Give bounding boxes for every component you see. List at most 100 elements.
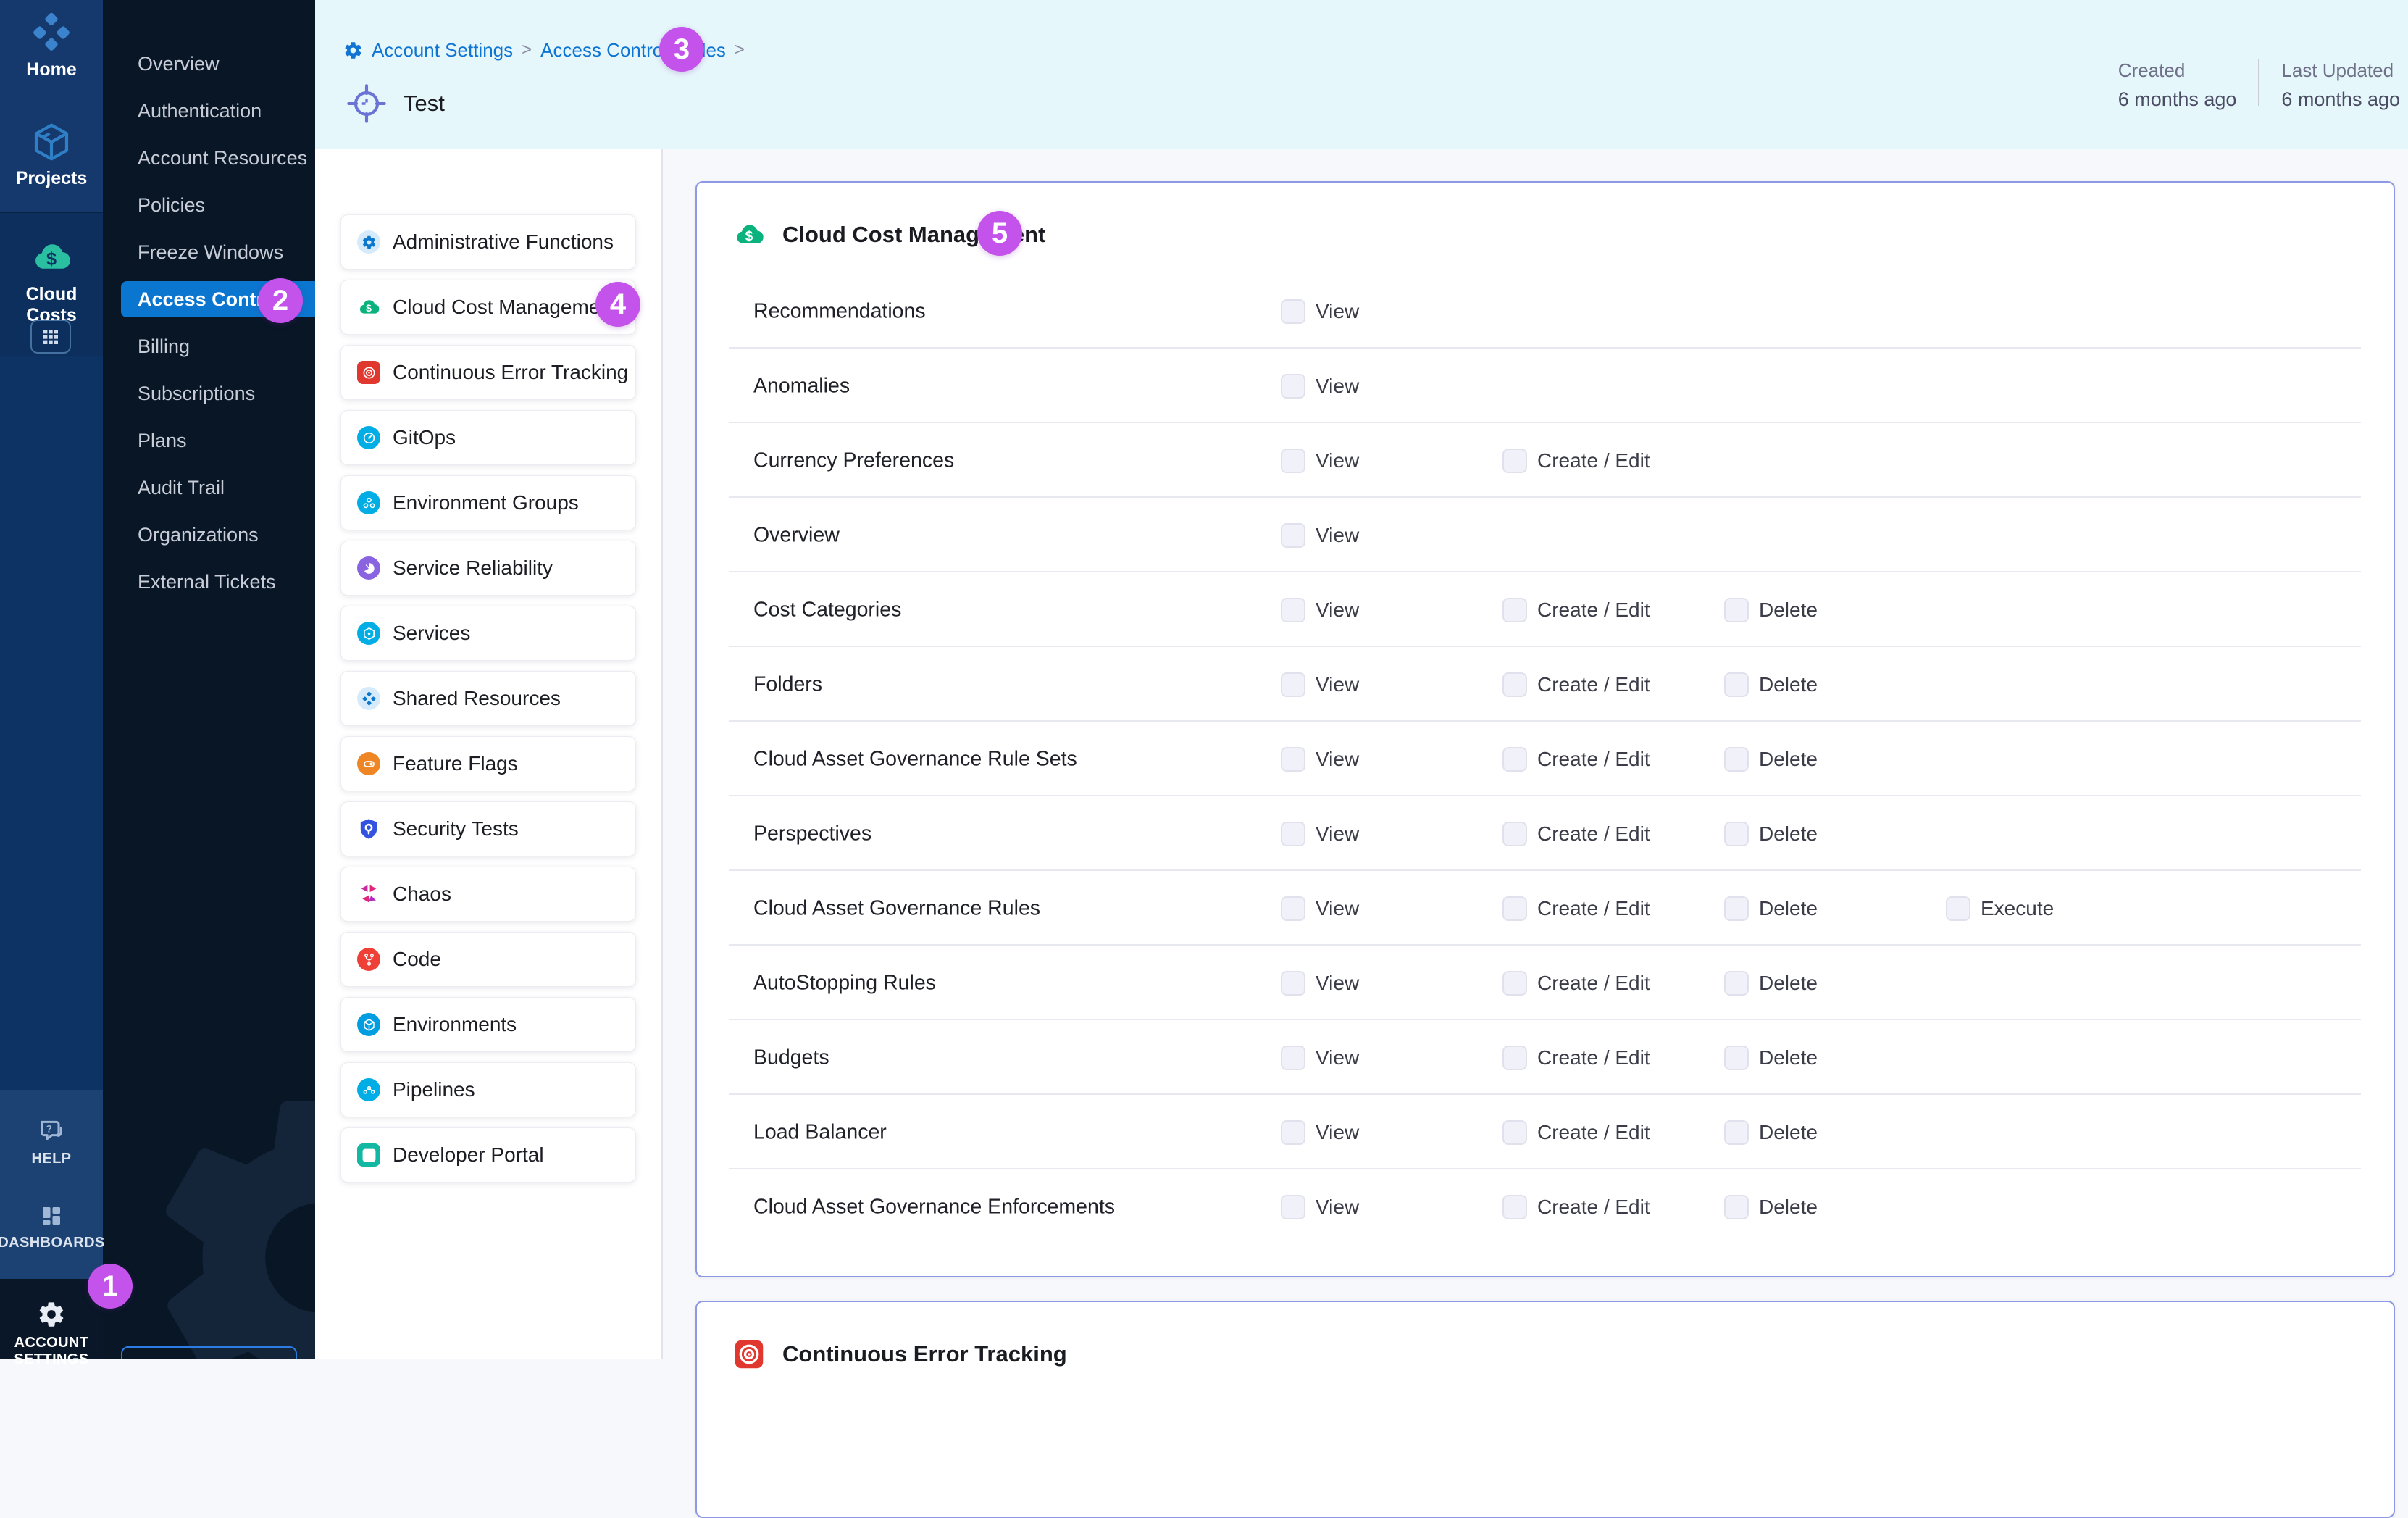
permission-view: View [1281, 1120, 1359, 1145]
settings-nav-item-subscriptions[interactable]: Subscriptions [103, 370, 315, 417]
dashboards-icon [38, 1203, 64, 1229]
delete-checkbox[interactable] [1724, 1046, 1749, 1070]
view-checkbox[interactable] [1281, 1120, 1305, 1145]
permission-row-cloud-asset-governance-rule-sets: Cloud Asset Governance Rule SetsViewCrea… [697, 722, 2394, 796]
settings-nav-item-freeze-windows[interactable]: Freeze Windows [103, 229, 315, 276]
permission-label: View [1316, 897, 1359, 920]
rail-item-projects[interactable]: Projects [0, 122, 103, 189]
create-checkbox[interactable] [1502, 971, 1527, 996]
create-checkbox[interactable] [1502, 449, 1527, 473]
settings-nav-item-policies[interactable]: Policies [103, 182, 315, 229]
permission-label: Create / Edit [1537, 897, 1650, 920]
view-checkbox[interactable] [1281, 896, 1305, 921]
permission-create: Create / Edit [1502, 1046, 1650, 1070]
view-checkbox[interactable] [1281, 449, 1305, 473]
view-checkbox[interactable] [1281, 1195, 1305, 1219]
module-card-developer-portal[interactable]: Developer Portal [340, 1127, 636, 1183]
view-checkbox[interactable] [1281, 1046, 1305, 1070]
breadcrumb-account-settings[interactable]: Account Settings [372, 39, 513, 62]
rail-item-cloud-costs[interactable]: $ Cloud Costs [0, 236, 103, 326]
delete-checkbox[interactable] [1724, 1120, 1749, 1145]
settings-nav-item-overview[interactable]: Overview [103, 41, 315, 88]
delete-checkbox[interactable] [1724, 1195, 1749, 1219]
view-checkbox[interactable] [1281, 971, 1305, 996]
rail-item-help[interactable]: ? HELP [0, 1116, 103, 1167]
create-checkbox[interactable] [1502, 822, 1527, 846]
role-crosshair-icon [346, 83, 388, 125]
execute-checkbox[interactable] [1946, 896, 1970, 921]
permission-delete: Delete [1724, 747, 1818, 772]
settings-nav-item-external-tickets[interactable]: External Tickets [103, 559, 315, 606]
settings-nav-item-audit-trail[interactable]: Audit Trail [103, 464, 315, 512]
cube-icon [357, 1013, 380, 1036]
view-checkbox[interactable] [1281, 598, 1305, 622]
module-card-code[interactable]: Code [340, 932, 636, 987]
view-checkbox[interactable] [1281, 822, 1305, 846]
svg-text:$: $ [745, 229, 753, 244]
rail-item-account-settings[interactable]: ACCOUNT SETTINGS [0, 1300, 103, 1368]
resource-label: Load Balancer [753, 1120, 887, 1144]
permission-label: View [1316, 1196, 1359, 1219]
permission-label: Create / Edit [1537, 673, 1650, 696]
module-card-shared-resources[interactable]: Shared Resources [340, 671, 636, 726]
view-checkbox[interactable] [1281, 523, 1305, 548]
home-diamonds-icon [357, 687, 380, 710]
view-checkbox[interactable] [1281, 374, 1305, 399]
shield-icon [357, 817, 380, 841]
create-checkbox[interactable] [1502, 896, 1527, 921]
delete-checkbox[interactable] [1724, 672, 1749, 697]
help-icon: ? [37, 1116, 66, 1145]
create-checkbox[interactable] [1502, 1120, 1527, 1145]
view-checkbox[interactable] [1281, 299, 1305, 324]
permission-delete: Delete [1724, 672, 1818, 697]
module-card-continuous-error-tracking[interactable]: Continuous Error Tracking [340, 345, 636, 400]
settings-nav-item-account-resources[interactable]: Account Resources [103, 135, 315, 182]
view-checkbox[interactable] [1281, 747, 1305, 772]
create-checkbox[interactable] [1502, 598, 1527, 622]
settings-nav-item-billing[interactable]: Billing [103, 323, 315, 370]
module-card-security-tests[interactable]: Security Tests [340, 801, 636, 856]
permission-create: Create / Edit [1502, 449, 1650, 473]
create-checkbox[interactable] [1502, 672, 1527, 697]
module-card-administrative-functions[interactable]: Administrative Functions [340, 214, 636, 270]
settings-nav-item-authentication[interactable]: Authentication [103, 88, 315, 135]
delete-checkbox[interactable] [1724, 971, 1749, 996]
rail-item-dashboards[interactable]: DASHBOARDS [0, 1203, 103, 1251]
settings-nav-item-organizations[interactable]: Organizations [103, 512, 315, 559]
module-card-environment-groups[interactable]: Environment Groups [340, 475, 636, 530]
sidebar-bottom-button[interactable] [121, 1346, 297, 1359]
create-checkbox[interactable] [1502, 747, 1527, 772]
permission-label: Create / Edit [1537, 1046, 1650, 1069]
create-checkbox[interactable] [1502, 1046, 1527, 1070]
module-card-services[interactable]: Services [340, 606, 636, 661]
module-card-label: Administrative Functions [393, 230, 614, 254]
module-card-feature-flags[interactable]: Feature Flags [340, 736, 636, 791]
module-card-label: Environment Groups [393, 491, 579, 514]
module-card-environments[interactable]: Environments [340, 997, 636, 1052]
permission-create: Create / Edit [1502, 822, 1650, 846]
delete-checkbox[interactable] [1724, 896, 1749, 921]
settings-nav-item-plans[interactable]: Plans [103, 417, 315, 464]
permission-label: View [1316, 300, 1359, 323]
module-card-label: Chaos [393, 883, 451, 906]
git-branch-icon [357, 948, 380, 971]
module-card-pipelines[interactable]: Pipelines [340, 1062, 636, 1117]
delete-checkbox[interactable] [1724, 822, 1749, 846]
delete-checkbox[interactable] [1724, 747, 1749, 772]
permission-row-cost-categories: Cost CategoriesViewCreate / EditDelete [697, 572, 2394, 647]
module-card-gitops[interactable]: GitOps [340, 410, 636, 465]
permission-view: View [1281, 449, 1359, 473]
rail-item-home[interactable]: Home [0, 12, 103, 80]
view-checkbox[interactable] [1281, 672, 1305, 697]
module-card-cloud-cost-management[interactable]: $Cloud Cost Management [340, 280, 636, 335]
env-groups-icon [357, 491, 380, 514]
module-card-chaos[interactable]: Chaos [340, 867, 636, 922]
delete-checkbox[interactable] [1724, 598, 1749, 622]
permission-label: View [1316, 748, 1359, 771]
module-card-service-reliability[interactable]: Service Reliability [340, 541, 636, 596]
cloud-cost-management-icon: $ [733, 219, 765, 251]
create-checkbox[interactable] [1502, 1195, 1527, 1219]
meta-last-updated: Last Updated 6 months ago [2281, 59, 2400, 111]
module-picker-button[interactable] [30, 320, 71, 354]
permission-view: View [1281, 822, 1359, 846]
